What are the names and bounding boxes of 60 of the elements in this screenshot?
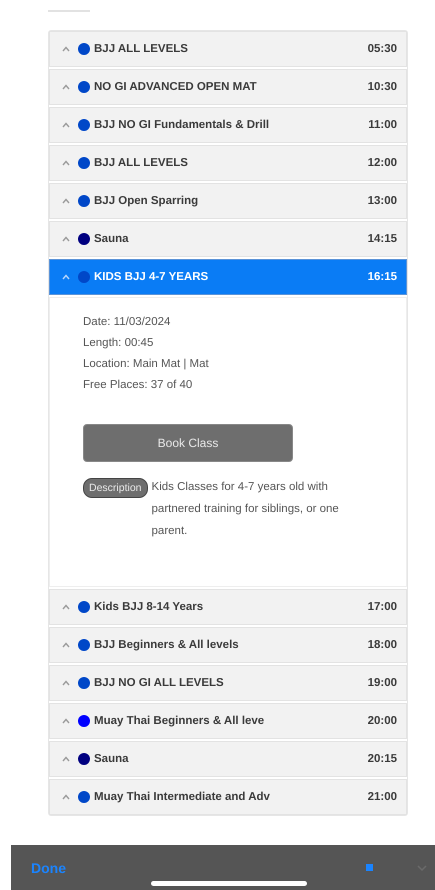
class-time: 13:00 xyxy=(368,195,397,207)
chevron-up-icon xyxy=(62,198,70,204)
class-row[interactable]: Muay Thai Beginners & All leve 20:00 xyxy=(49,703,407,739)
chevron-up-icon xyxy=(62,604,70,610)
chevron-up-icon xyxy=(62,642,70,648)
chevron-up-icon xyxy=(62,794,70,800)
chevron-up-icon xyxy=(62,274,70,280)
class-time: 20:00 xyxy=(368,715,397,727)
class-time: 14:15 xyxy=(368,233,397,245)
detail-text: Date: 11/03/2024 xyxy=(83,315,172,330)
class-row[interactable]: Sauna 20:15 xyxy=(49,741,407,777)
detail-text: Free Places: 37 of 40 xyxy=(83,378,194,393)
chevron-up-icon xyxy=(62,46,70,52)
square-icon[interactable] xyxy=(366,864,373,871)
chevron-up-icon xyxy=(62,680,70,686)
class-time: 05:30 xyxy=(368,43,397,55)
chevron-up-icon xyxy=(62,84,70,90)
class-row[interactable]: BJJ Beginners & All levels 18:00 xyxy=(49,627,407,663)
description-tag: Description xyxy=(83,478,148,498)
class-time: 21:00 xyxy=(368,791,397,803)
class-name: BJJ NO GI Fundamentals & Drill xyxy=(94,119,270,131)
class-name: Kids BJJ 8-14 Years xyxy=(94,601,204,613)
chevron-up-icon xyxy=(62,122,70,128)
class-name: NO GI ADVANCED OPEN MAT xyxy=(94,81,258,93)
class-time: 20:15 xyxy=(368,753,397,765)
detail-text: Location: Main Mat | Mat xyxy=(83,357,209,372)
class-name: BJJ Open Sparring xyxy=(94,195,200,207)
class-name: Muay Thai Beginners & All leve xyxy=(94,715,266,727)
class-time: 18:00 xyxy=(368,639,397,651)
class-row[interactable]: Muay Thai Intermediate and Adv 21:00 xyxy=(49,779,407,815)
detail-text: Length: 00:45 xyxy=(83,336,154,351)
class-time: 10:30 xyxy=(368,81,397,93)
chevron-up-icon xyxy=(62,236,70,242)
class-time: 19:00 xyxy=(368,677,397,689)
class-name: Sauna xyxy=(94,753,130,765)
class-time: 12:00 xyxy=(368,157,397,169)
class-name: KIDS BJJ 4-7 YEARS xyxy=(94,271,210,283)
class-name: BJJ Beginners & All levels xyxy=(94,639,240,651)
class-row[interactable]: Kids BJJ 8-14 Years 17:00 xyxy=(49,589,407,625)
class-row[interactable]: BJJ NO GI Fundamentals & Drill 11:00 xyxy=(49,107,407,143)
class-name: BJJ ALL LEVELS xyxy=(94,157,189,169)
class-row[interactable]: Sauna 14:15 xyxy=(49,221,407,257)
class-name: BJJ NO GI ALL LEVELS xyxy=(94,677,225,689)
class-name: Sauna xyxy=(94,233,130,245)
book-class-button[interactable]: Book Class xyxy=(83,424,293,462)
description-text: Kids Classes for 4-7 years old with partnered training for siblings, or one parent. xyxy=(152,480,340,539)
class-name: BJJ ALL LEVELS xyxy=(94,43,189,55)
class-time: 11:00 xyxy=(368,119,397,131)
class-time: 16:15 xyxy=(368,271,397,283)
class-name: Muay Thai Intermediate and Adv xyxy=(94,791,271,803)
class-row[interactable]: KIDS BJJ 4-7 YEARS 16:15 xyxy=(49,259,407,295)
class-row[interactable]: BJJ Open Sparring 13:00 xyxy=(49,183,407,219)
class-row[interactable]: BJJ ALL LEVELS 05:30 xyxy=(49,31,407,67)
chevron-up-icon xyxy=(62,756,70,762)
class-row[interactable]: BJJ NO GI ALL LEVELS 19:00 xyxy=(49,665,407,701)
chevron-up-icon xyxy=(62,160,70,166)
class-row[interactable]: BJJ ALL LEVELS 12:00 xyxy=(49,145,407,181)
class-row[interactable]: NO GI ADVANCED OPEN MAT 10:30 xyxy=(49,69,407,105)
chevron-up-icon xyxy=(62,718,70,724)
class-time: 17:00 xyxy=(368,601,397,613)
